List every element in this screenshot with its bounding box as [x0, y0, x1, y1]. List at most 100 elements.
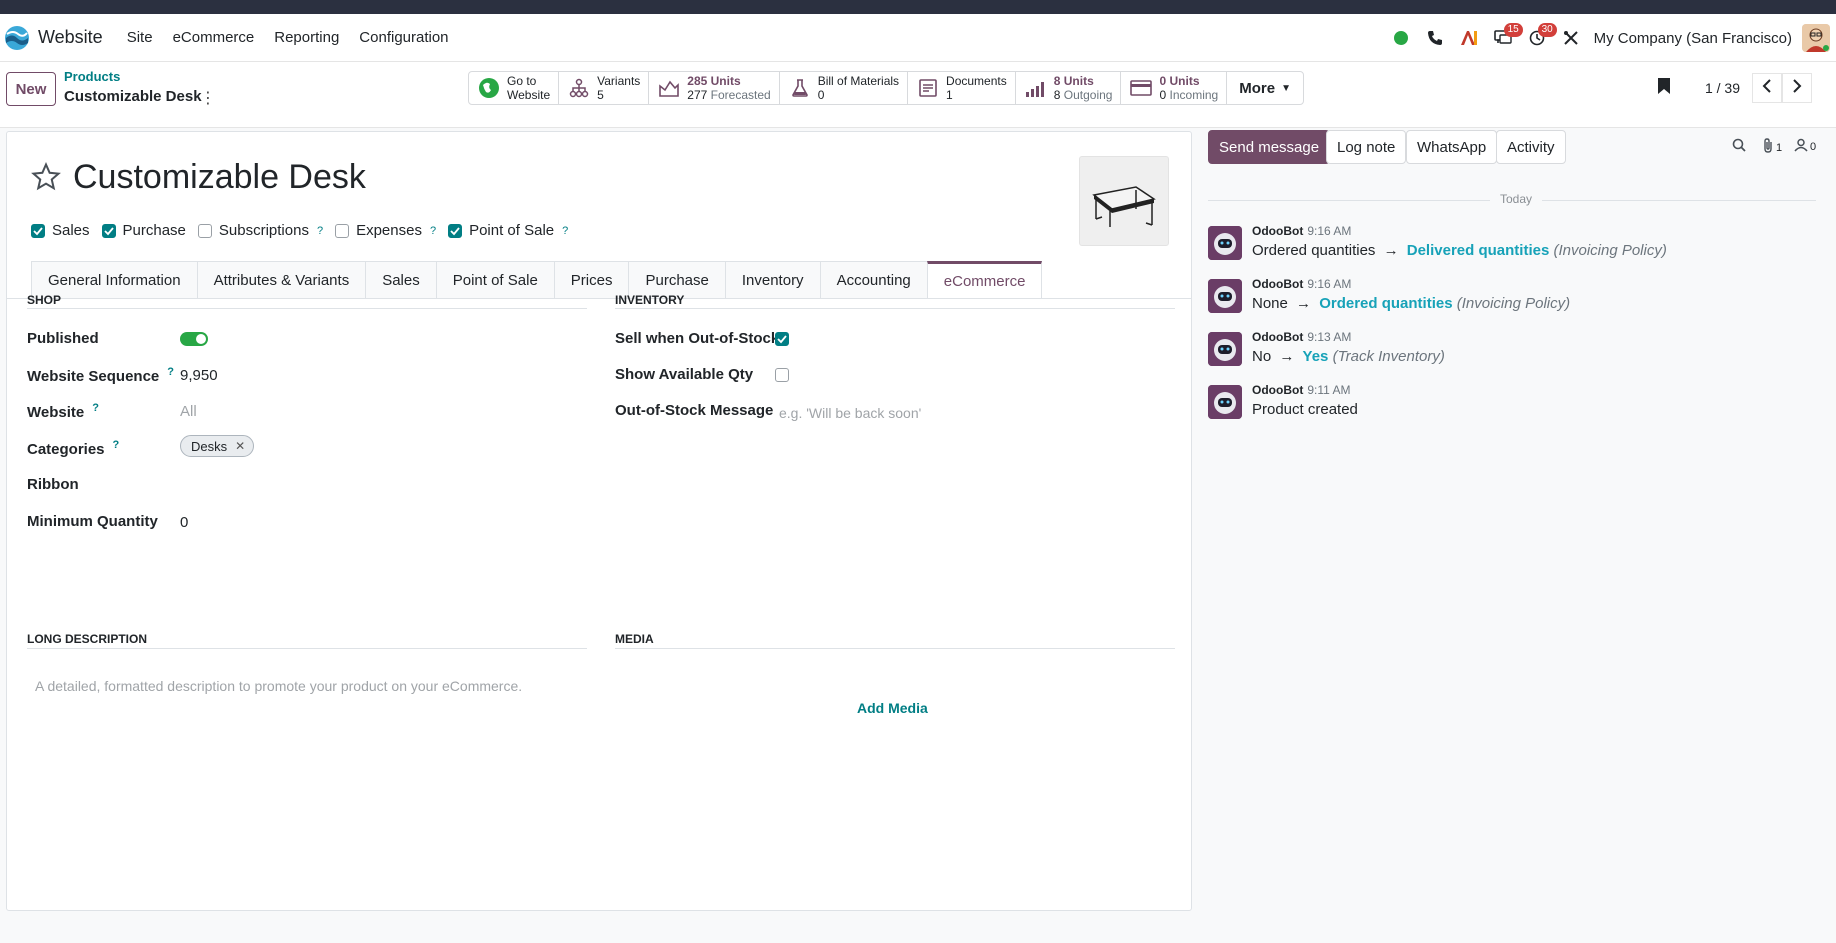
message-body: No → Yes (Track Inventory) [1252, 348, 1445, 365]
menu-reporting[interactable]: Reporting [274, 29, 339, 46]
categories-label-text: Categories [27, 441, 105, 458]
website-sequence-help-icon[interactable]: ? [167, 366, 174, 378]
stat-variants-l1: Variants [597, 74, 641, 88]
out-of-stock-message-field[interactable]: e.g. 'Will be back soon' [779, 405, 921, 421]
on-hand-button[interactable]: 285 Units 277 Forecasted [649, 72, 780, 104]
odoobot-avatar[interactable] [1208, 332, 1242, 366]
more-button[interactable]: More ▼ [1227, 72, 1303, 104]
tracked-field: (Invoicing Policy) [1456, 295, 1571, 312]
inventory-section-title: INVENTORY [615, 293, 685, 307]
published-toggle[interactable] [180, 332, 208, 346]
tab-point-of-sale[interactable]: Point of Sale [435, 261, 554, 299]
point-of-sale-checkbox[interactable] [448, 223, 463, 238]
menu-configuration[interactable]: Configuration [359, 29, 448, 46]
sales-checkbox[interactable] [31, 223, 45, 238]
incoming-button[interactable]: 0 Units 0 Incoming [1121, 72, 1228, 104]
app-name[interactable]: Website [38, 27, 103, 48]
log-note-button[interactable]: Log note [1326, 130, 1407, 164]
option-sales[interactable]: Sales [31, 222, 90, 239]
favorite-star-icon[interactable] [31, 162, 61, 196]
add-media-button[interactable]: Add Media [857, 700, 928, 716]
show-available-qty-checkbox[interactable] [775, 368, 789, 382]
category-tag-label: Desks [191, 438, 228, 454]
show-available-qty-label: Show Available Qty [615, 366, 754, 383]
media-divider [615, 648, 1175, 649]
whatsapp-button[interactable]: WhatsApp [1406, 130, 1498, 164]
odoobot-avatar[interactable] [1208, 226, 1242, 260]
stat-incoming-value: 0 [1159, 88, 1167, 102]
activity-button[interactable]: Activity [1496, 130, 1566, 164]
categories-help-icon[interactable]: ? [113, 439, 120, 451]
subscriptions-help-icon[interactable]: ? [317, 225, 323, 237]
outgoing-button[interactable]: 8 Units 8 Outgoing [1016, 72, 1122, 104]
send-message-button[interactable]: Send message [1208, 130, 1331, 164]
ribbon-field[interactable] [180, 476, 560, 496]
pager-next-button[interactable] [1782, 73, 1812, 103]
menu-ecommerce[interactable]: eCommerce [173, 29, 255, 46]
tab-inventory[interactable]: Inventory [724, 261, 820, 299]
pager-previous-button[interactable] [1752, 73, 1782, 103]
expenses-help-icon[interactable]: ? [430, 225, 436, 237]
variants-button[interactable]: Variants 5 [559, 72, 650, 104]
subscriptions-checkbox[interactable] [197, 223, 212, 238]
point-of-sale-help-icon[interactable]: ? [562, 225, 568, 237]
option-expenses[interactable]: Expenses ? [335, 222, 436, 239]
bill-of-materials-button[interactable]: Bill of Materials 0 [780, 72, 909, 104]
kebab-menu-icon[interactable]: ⋮ [200, 88, 216, 108]
website-sequence-field[interactable]: 9,950 [180, 367, 218, 384]
message-author[interactable]: OdooBot [1252, 224, 1303, 238]
today-label: Today [1490, 192, 1543, 206]
option-purchase[interactable]: Purchase [101, 222, 186, 239]
website-app-icon[interactable] [4, 25, 30, 51]
tab-ecommerce[interactable]: eCommerce [926, 261, 1043, 299]
message-time: 9:11 AM [1307, 383, 1351, 397]
presence-status-icon[interactable] [1388, 25, 1414, 51]
option-point-of-sale[interactable]: Point of Sale ? [448, 222, 568, 239]
new-value: Yes [1302, 348, 1329, 365]
odoobot-avatar[interactable] [1208, 385, 1242, 419]
debug-tools-icon[interactable] [1558, 25, 1584, 51]
search-messages-button[interactable] [1732, 138, 1746, 155]
message-item: OdooBot 9:16 AM None → Ordered quantities… [1208, 277, 1816, 329]
product-image[interactable] [1079, 156, 1169, 246]
website-help-icon[interactable]: ? [92, 402, 99, 414]
activity-clock-icon[interactable]: 30 [1524, 23, 1557, 51]
expenses-label: Expenses [356, 222, 422, 239]
new-button[interactable]: New [6, 72, 56, 106]
remove-tag-icon[interactable]: ✕ [235, 439, 245, 453]
pager-value[interactable]: 1 / 39 [1705, 80, 1740, 96]
message-author[interactable]: OdooBot [1252, 330, 1303, 344]
message-author[interactable]: OdooBot [1252, 383, 1303, 397]
minimum-quantity-field[interactable]: 0 [180, 514, 188, 531]
ai-assistant-icon[interactable] [1456, 25, 1482, 51]
tab-sales[interactable]: Sales [365, 261, 436, 299]
followers-button[interactable]: 0 [1794, 138, 1816, 155]
attachments-button[interactable]: 1 [1762, 138, 1782, 157]
long-description-editor[interactable]: A detailed, formatted description to pro… [35, 678, 522, 694]
website-field[interactable]: All [180, 403, 197, 420]
discuss-badge: 15 [1503, 23, 1523, 37]
option-subscriptions[interactable]: Subscriptions ? [197, 222, 323, 239]
documents-button[interactable]: Documents 1 [908, 72, 1016, 104]
message-author[interactable]: OdooBot [1252, 277, 1303, 291]
user-avatar[interactable] [1802, 24, 1830, 52]
purchase-checkbox[interactable] [101, 223, 116, 238]
sell-out-of-stock-checkbox[interactable] [775, 332, 789, 346]
expenses-checkbox[interactable] [335, 223, 350, 238]
stat-bom-l1: Bill of Materials [817, 74, 900, 88]
breadcrumb-products[interactable]: Products [64, 69, 120, 84]
desk-image-icon [1092, 186, 1156, 227]
shop-section-title: SHOP [27, 293, 62, 307]
menu-site[interactable]: Site [127, 29, 153, 46]
product-name-field[interactable]: Customizable Desk [73, 158, 366, 197]
tab-accounting[interactable]: Accounting [819, 261, 927, 299]
company-switcher[interactable]: My Company (San Francisco) [1594, 30, 1792, 47]
discuss-icon[interactable]: 15 [1490, 23, 1523, 51]
phone-icon[interactable] [1422, 25, 1448, 51]
tab-attributes-variants[interactable]: Attributes & Variants [196, 261, 366, 299]
go-to-website-button[interactable]: Go to Website [469, 72, 560, 104]
tracked-field: (Invoicing Policy) [1553, 242, 1667, 259]
category-tag-desks[interactable]: Desks ✕ [180, 435, 255, 457]
bookmark-icon[interactable] [1657, 77, 1671, 99]
odoobot-avatar[interactable] [1208, 279, 1242, 313]
